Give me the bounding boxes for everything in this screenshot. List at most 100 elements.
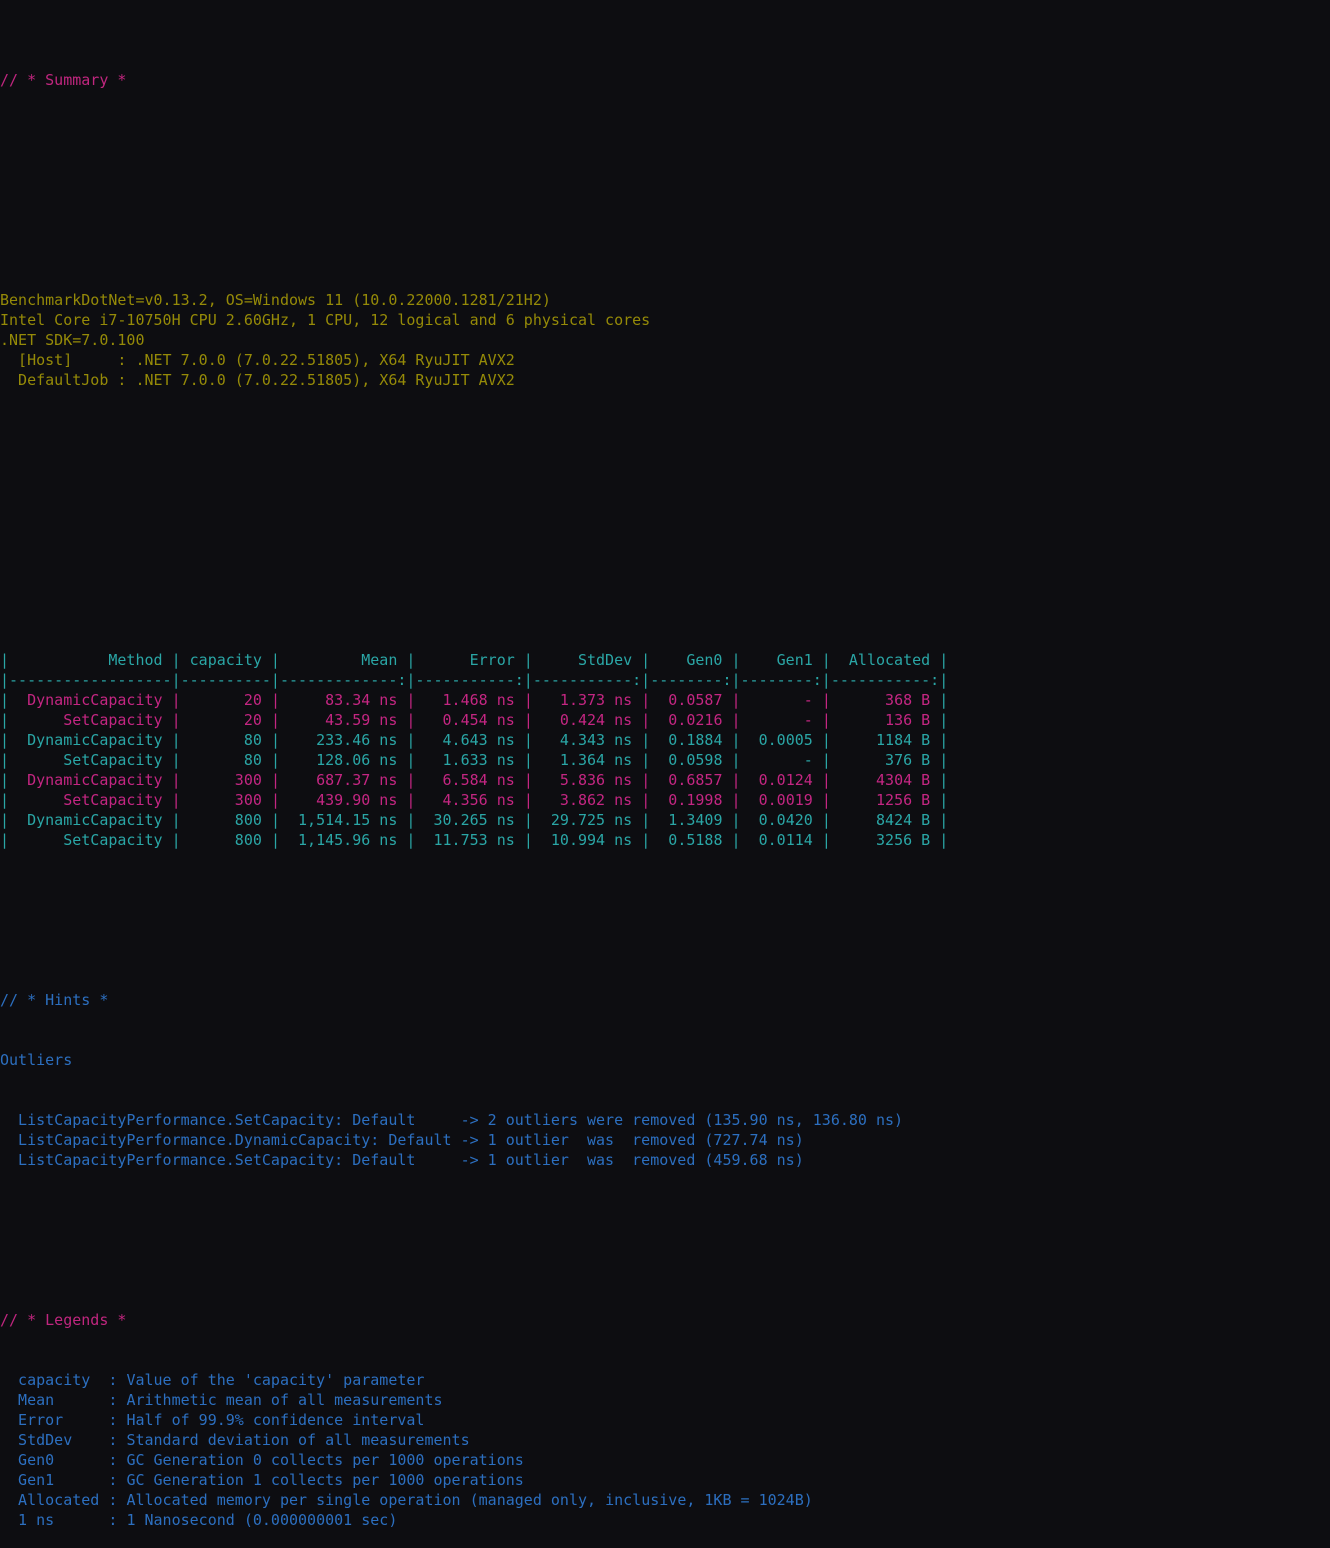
table-cell: 43.59 ns xyxy=(279,711,407,729)
table-cell-divider: | xyxy=(523,731,533,749)
table-cell-divider: | xyxy=(641,811,651,829)
table-cell: 4.356 ns xyxy=(415,791,524,809)
table-cell: 20 xyxy=(180,691,271,709)
environment-line: DefaultJob : .NET 7.0.0 (7.0.22.51805), … xyxy=(0,371,515,389)
legend-term: capacity : xyxy=(0,1371,127,1389)
table-cell: SetCapacity xyxy=(9,751,172,769)
table-cell: 128.06 ns xyxy=(279,751,407,769)
table-row: | SetCapacity | 80 | 128.06 ns | 1.633 n… xyxy=(0,750,1330,770)
table-cell: 11.753 ns xyxy=(415,831,524,849)
table-row-left-border: | xyxy=(0,831,10,849)
table-row-right-border: | xyxy=(939,711,949,729)
table-cell: 1.364 ns xyxy=(532,751,642,769)
table-cell: 1.3409 xyxy=(650,811,732,829)
table-cell: 233.46 ns xyxy=(279,731,407,749)
table-cell: 0.0420 xyxy=(740,811,822,829)
table-row-left-border: | xyxy=(0,791,10,809)
table-cell: 439.90 ns xyxy=(279,791,407,809)
table-cell: 29.725 ns xyxy=(532,811,642,829)
environment-line: [Host] : .NET 7.0.0 (7.0.22.51805), X64 … xyxy=(0,351,515,369)
table-row-right-border: | xyxy=(939,731,949,749)
table-cell: 3256 B xyxy=(830,831,940,849)
table-cell-divider: | xyxy=(270,791,280,809)
legend-entry: Error : Half of 99.9% confidence interva… xyxy=(0,1410,1330,1430)
table-row: | DynamicCapacity | 800 | 1,514.15 ns | … xyxy=(0,810,1330,830)
table-cell: 136 B xyxy=(830,711,940,729)
table-row-left-border: | xyxy=(0,811,10,829)
table-cell: - xyxy=(740,691,822,709)
legend-entry: 1 ns : 1 Nanosecond (0.000000001 sec) xyxy=(0,1510,1330,1530)
table-cell-divider: | xyxy=(523,811,533,829)
legends-block: capacity : Value of the 'capacity' param… xyxy=(0,1370,1330,1530)
outlier-line: ListCapacityPerformance.DynamicCapacity:… xyxy=(0,1131,804,1149)
terminal-output: // * Summary * BenchmarkDotNet=v0.13.2, … xyxy=(0,0,1330,1548)
table-cell: SetCapacity xyxy=(9,791,172,809)
table-cell-divider: | xyxy=(171,791,181,809)
table-row-right-border: | xyxy=(939,811,949,829)
table-cell-divider: | xyxy=(171,731,181,749)
environment-line: .NET SDK=7.0.100 xyxy=(0,331,145,349)
table-cell: - xyxy=(740,751,822,769)
legend-entry: Gen1 : GC Generation 1 collects per 1000… xyxy=(0,1470,1330,1490)
table-cell: 376 B xyxy=(830,751,940,769)
outlier-line: ListCapacityPerformance.SetCapacity: Def… xyxy=(0,1111,904,1129)
outlier-line: ListCapacityPerformance.SetCapacity: Def… xyxy=(0,1151,804,1169)
table-cell: - xyxy=(740,711,822,729)
table-cell: 0.0216 xyxy=(650,711,732,729)
table-cell-divider: | xyxy=(731,831,741,849)
environment-line: BenchmarkDotNet=v0.13.2, OS=Windows 11 (… xyxy=(0,291,551,309)
legend-term: Allocated : xyxy=(0,1491,127,1509)
table-cell: 20 xyxy=(180,711,271,729)
table-cell: 4.643 ns xyxy=(415,731,524,749)
legend-term: Error : xyxy=(0,1411,127,1429)
table-row-right-border: | xyxy=(939,751,949,769)
table-row-left-border: | xyxy=(0,691,10,709)
table-cell: 300 xyxy=(180,791,271,809)
table-cell-divider: | xyxy=(406,791,416,809)
outlier-lines-block: ListCapacityPerformance.SetCapacity: Def… xyxy=(0,1110,1330,1170)
legends-section-header: // * Legends * xyxy=(0,1311,127,1329)
table-cell-divider: | xyxy=(171,691,181,709)
table-row-right-border: | xyxy=(939,691,949,709)
legend-description: GC Generation 0 collects per 1000 operat… xyxy=(126,1451,524,1469)
table-row-left-border: | xyxy=(0,751,10,769)
table-cell-divider: | xyxy=(270,831,280,849)
table-cell-divider: | xyxy=(641,751,651,769)
table-cell: 0.0005 xyxy=(740,731,822,749)
table-cell: 8424 B xyxy=(830,811,940,829)
legend-description: Arithmetic mean of all measurements xyxy=(126,1391,443,1409)
legend-description: GC Generation 1 collects per 1000 operat… xyxy=(126,1471,524,1489)
table-cell-divider: | xyxy=(641,691,651,709)
table-cell-divider: | xyxy=(821,791,831,809)
table-cell-divider: | xyxy=(270,751,280,769)
legend-entry: Gen0 : GC Generation 0 collects per 1000… xyxy=(0,1450,1330,1470)
table-cell: 1256 B xyxy=(830,791,940,809)
table-cell: DynamicCapacity xyxy=(9,731,172,749)
table-row-right-border: | xyxy=(939,791,949,809)
hints-subheader-outliers: Outliers xyxy=(0,1051,73,1069)
table-header-row: | Method | capacity | Mean | Error | Std… xyxy=(0,651,949,669)
table-cell-divider: | xyxy=(523,691,533,709)
table-cell-divider: | xyxy=(270,691,280,709)
table-cell: SetCapacity xyxy=(9,831,172,849)
table-cell: 1.468 ns xyxy=(415,691,524,709)
legend-description: 1 Nanosecond (0.000000001 sec) xyxy=(126,1511,398,1529)
table-row: | DynamicCapacity | 80 | 233.46 ns | 4.6… xyxy=(0,730,1330,750)
table-row-right-border: | xyxy=(939,831,949,849)
table-cell-divider: | xyxy=(270,711,280,729)
table-row: | SetCapacity | 20 | 43.59 ns | 0.454 ns… xyxy=(0,710,1330,730)
table-cell-divider: | xyxy=(821,711,831,729)
table-cell: 1,145.96 ns xyxy=(279,831,407,849)
table-cell-divider: | xyxy=(641,791,651,809)
table-cell: 0.0114 xyxy=(740,831,822,849)
legend-term: Mean : xyxy=(0,1391,127,1409)
table-row-left-border: | xyxy=(0,731,10,749)
table-cell-divider: | xyxy=(171,711,181,729)
table-cell: 10.994 ns xyxy=(532,831,642,849)
legend-description: Half of 99.9% confidence interval xyxy=(126,1411,425,1429)
